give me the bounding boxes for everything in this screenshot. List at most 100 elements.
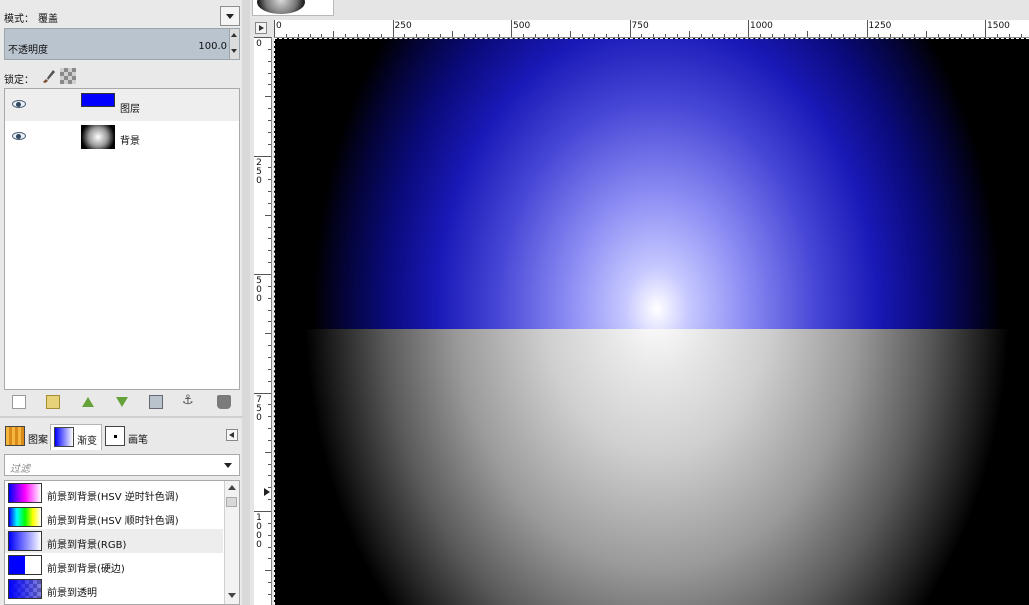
gradient-name: 前景到背景(硬边) [47, 564, 125, 575]
horizontal-ruler[interactable]: 0 250 500 750 1000 1250 1500 [274, 20, 1029, 38]
ruler-tick [830, 34, 832, 37]
layer-name: 背景 [120, 136, 140, 147]
gradient-item[interactable]: 前景到背景(RGB) [5, 529, 223, 553]
delete-layer-icon[interactable] [217, 395, 231, 409]
ruler-label: 0 [256, 39, 262, 49]
mode-dropdown-button[interactable] [220, 6, 240, 26]
layer-row[interactable]: 图层 [5, 89, 239, 121]
gradient-swatch [8, 555, 42, 575]
ruler-tick [913, 34, 915, 37]
layer-toolbar [4, 392, 240, 412]
tab-label: 图案 [28, 435, 48, 446]
lower-layer-icon[interactable] [115, 395, 129, 409]
ruler-tick [854, 34, 856, 37]
ruler-tick [265, 570, 271, 572]
gradients-list: 前景到背景(HSV 逆时针色调) 前景到背景(HSV 顺时针色调) 前景到背景(… [4, 480, 240, 605]
navigate-menu-icon[interactable] [255, 22, 267, 34]
gradient-item[interactable]: 前景到背景(硬边) [5, 553, 223, 577]
ruler-tick [268, 487, 271, 489]
ruler-tick [265, 333, 271, 335]
vertical-ruler[interactable]: 0 250 500 750 1000 [254, 37, 272, 605]
new-layer-group-icon[interactable] [46, 395, 60, 409]
dock-divider[interactable] [242, 0, 250, 605]
ruler-tick [268, 546, 271, 548]
brushes-icon [105, 426, 125, 446]
ruler-tick [268, 202, 271, 204]
gradients-icon [54, 427, 74, 447]
chevron-down-icon[interactable] [224, 463, 232, 468]
tab-label: 渐变 [77, 436, 97, 447]
ruler-tick [736, 34, 738, 37]
gradient-swatch [8, 507, 42, 527]
raise-layer-icon[interactable] [81, 395, 95, 409]
duplicate-layer-icon[interactable] [149, 395, 163, 409]
opacity-label: 不透明度 [8, 45, 48, 56]
ruler-tick [254, 274, 271, 275]
image-canvas[interactable] [274, 38, 1029, 605]
ruler-tick [676, 34, 678, 37]
ruler-tick [475, 34, 477, 37]
scroll-down-icon[interactable] [228, 593, 236, 598]
ruler-label: 500 [256, 276, 262, 304]
tab-patterns[interactable]: 图案 [2, 424, 50, 448]
ruler-tick [268, 191, 271, 193]
image-tab[interactable] [252, 0, 334, 16]
opacity-value[interactable]: 100.0 [198, 41, 227, 52]
ruler-tick [842, 34, 844, 37]
ruler-tick [268, 534, 271, 536]
tab-gradients[interactable]: 渐变 [50, 424, 102, 450]
filter-placeholder: 过滤 [10, 464, 30, 475]
opacity-spinner[interactable] [229, 29, 239, 59]
ruler-tick [795, 34, 797, 37]
lock-pixels-brush-icon[interactable] [40, 68, 56, 84]
panel-separator[interactable] [0, 416, 242, 418]
ruler-tick [345, 34, 347, 37]
filter-dropdown[interactable]: 过滤 [4, 454, 240, 476]
mode-row: 模式： 覆盖 [0, 0, 242, 28]
gradient-item[interactable]: 前景到背景(HSV 逆时针色调) [5, 481, 223, 505]
ruler-tick [268, 356, 271, 358]
scroll-up-icon[interactable] [228, 485, 236, 490]
ruler-tick [653, 34, 655, 37]
ruler-label: 500 [513, 21, 531, 31]
ruler-tick [451, 31, 453, 37]
ruler-tick [268, 226, 271, 228]
layer-row[interactable]: 背景 [5, 121, 239, 153]
gradient-name: 前景到背景(RGB) [47, 540, 127, 551]
ruler-tick [268, 297, 271, 299]
tab-brushes[interactable]: 画笔 [102, 424, 152, 448]
ruler-tick [878, 34, 880, 37]
ruler-tick [268, 416, 271, 418]
ruler-tick [511, 20, 512, 37]
spin-down-icon[interactable] [231, 49, 237, 53]
ruler-tick [268, 262, 271, 264]
layers-dock: 模式： 覆盖 不透明度 100.0 锁定： 图层 背景 ⚓ 图案 渐变 画笔 过… [0, 0, 242, 605]
opacity-slider[interactable]: 不透明度 100.0 [4, 28, 240, 60]
gradients-scrollbar[interactable] [224, 481, 239, 604]
ruler-tick [268, 48, 271, 50]
gradient-swatch [8, 531, 42, 551]
ruler-tick [605, 34, 607, 37]
scroll-thumb[interactable] [226, 497, 237, 507]
ruler-tick [265, 214, 271, 216]
ruler-tick [268, 250, 271, 252]
layer-name: 图层 [120, 104, 140, 115]
ruler-tick [268, 167, 271, 169]
gradient-swatch [8, 483, 42, 503]
spin-up-icon[interactable] [231, 33, 237, 37]
tab-menu-icon[interactable] [226, 429, 238, 441]
anchor-layer-icon[interactable] [182, 393, 196, 409]
ruler-tick [665, 34, 667, 37]
visibility-eye-icon[interactable] [12, 100, 26, 108]
lock-alpha-icon[interactable] [60, 68, 76, 84]
ruler-tick [268, 404, 271, 406]
visibility-eye-icon[interactable] [12, 132, 26, 140]
ruler-tick [890, 34, 892, 37]
ruler-tick [593, 34, 595, 37]
new-layer-icon[interactable] [12, 395, 26, 409]
ruler-tick [700, 34, 702, 37]
mode-value[interactable]: 覆盖 [38, 10, 58, 25]
ruler-tick [265, 451, 271, 453]
gradient-item[interactable]: 前景到背景(HSV 顺时针色调) [5, 505, 223, 529]
gradient-item[interactable]: 前景到透明 [5, 577, 223, 601]
